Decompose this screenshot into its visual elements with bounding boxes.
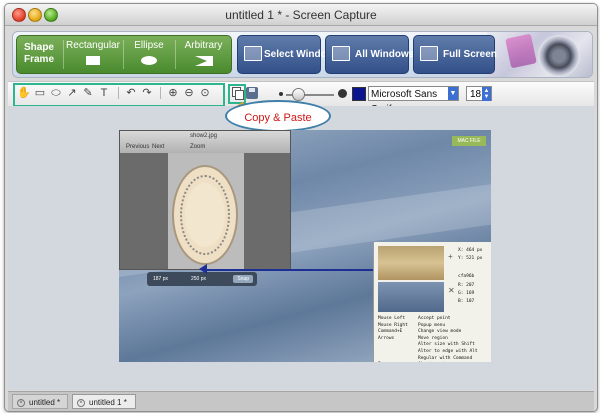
screen-icon: [420, 46, 438, 61]
hex-value: cfa96b: [458, 274, 475, 279]
coord-y: Y: 521 px: [458, 256, 483, 261]
redo-icon[interactable]: ↷: [140, 86, 154, 100]
font-family-select[interactable]: Microsoft Sans Serif ▼: [368, 86, 459, 115]
tab-label: untitled 1 *: [89, 398, 127, 407]
selection-info-bar: 187 px 250 px Snap: [147, 272, 257, 286]
width-readout: 187 px: [153, 276, 169, 282]
hand-icon[interactable]: ✋: [17, 86, 31, 100]
crosshair-icon: +: [448, 252, 453, 261]
rgb-b: B: 107: [458, 299, 475, 304]
slider-knob[interactable]: [292, 88, 305, 101]
viewer-right-area: [244, 153, 290, 269]
app-window: untitled 1 * - Screen Capture Shape Fram…: [4, 3, 598, 412]
arbitrary-button[interactable]: Arbitrary: [176, 36, 231, 73]
zoom-reset-icon[interactable]: ⊙: [198, 86, 212, 100]
font-size-select[interactable]: 18 ▲ ▼: [466, 86, 492, 101]
rectangular-button[interactable]: Rectangular: [64, 36, 122, 73]
window-title: untitled 1 * - Screen Capture: [225, 8, 377, 22]
camera-lens-icon: [538, 35, 580, 77]
shortcut-descriptions: Accept point Popup menu Change view mode…: [418, 316, 478, 361]
pen-icon[interactable]: ✎: [81, 86, 95, 100]
tab-untitled-1[interactable]: × untitled 1 *: [72, 394, 136, 409]
save-icon[interactable]: [246, 87, 258, 99]
viewer-title: show2.jpg: [190, 133, 218, 139]
snap-button[interactable]: Snap: [233, 275, 253, 283]
rectangle-shape-icon: [86, 56, 100, 65]
copy-paste-callout: Copy & Paste: [225, 100, 331, 132]
coord-x: X: 464 px: [458, 248, 483, 253]
magnifier-panel: + X: 464 px Y: 521 px cfa96b ✕ R: 207 G:…: [373, 242, 491, 362]
guide-arrow-line: [203, 269, 377, 271]
viewer-title-bar: show2.jpg Previous Next Zoom: [120, 131, 290, 153]
ellipse-button[interactable]: Ellipse: [124, 36, 174, 73]
large-size-icon: [338, 89, 347, 98]
select-window-label: Select Window: [264, 49, 335, 60]
copy-icon-back: [235, 90, 244, 100]
arbitrary-shape-icon: [194, 56, 213, 66]
divider: [118, 87, 119, 99]
rgb-r: R: 207: [458, 283, 475, 288]
viewer-next: Next: [152, 144, 165, 150]
shape-frame-label: Shape Frame: [23, 42, 54, 65]
font-size-value: 18: [470, 89, 482, 100]
tab-untitled[interactable]: × untitled *: [12, 394, 68, 409]
color-picker-icon: ✕: [448, 286, 455, 295]
close-tab-icon[interactable]: ×: [17, 399, 25, 407]
ellipse-label: Ellipse: [134, 40, 164, 51]
viewer-zoom: Zoom: [190, 144, 206, 150]
all-windows-label: All Windows: [355, 49, 415, 60]
zoom-out-icon[interactable]: ⊖: [182, 86, 196, 100]
chevron-down-icon: ▼: [448, 87, 458, 100]
mac-file-badge: MAC FILE: [452, 136, 486, 146]
rgb-g: G: 169: [458, 291, 475, 296]
stepper-icon: ▲ ▼: [482, 87, 491, 101]
shortcut-keys: Mouse Left Mouse Right Command+E Arrows …: [378, 316, 408, 341]
full-screen-button[interactable]: Full Screen: [413, 35, 497, 74]
full-screen-label: Full Screen: [443, 49, 497, 60]
select-window-button[interactable]: Select Window: [237, 35, 334, 74]
small-size-icon: [279, 92, 283, 96]
viewer-prev: Previous: [126, 144, 150, 150]
photo-decoration: [505, 33, 537, 69]
divider: [160, 87, 161, 99]
shape-frame-group: Shape Frame Rectangular Ellipse Arbitrar…: [16, 35, 232, 74]
tab-label: untitled *: [29, 398, 61, 407]
all-windows-button[interactable]: All Windows: [325, 35, 414, 74]
rectangle-icon[interactable]: ▭: [33, 86, 47, 100]
image-viewer-window: show2.jpg Previous Next Zoom: [119, 130, 291, 270]
captured-image[interactable]: MAC FILE show2.jpg Previous Next Zoom 18…: [119, 130, 491, 362]
ellipse-icon[interactable]: ⬭: [49, 86, 63, 100]
oval-frame-center: [185, 183, 225, 247]
capture-bar: Shape Frame Rectangular Ellipse Arbitrar…: [12, 31, 593, 78]
zoom-in-icon[interactable]: ⊕: [166, 86, 180, 100]
arbitrary-label: Arbitrary: [184, 40, 223, 51]
close-tab-icon[interactable]: ×: [77, 399, 85, 407]
viewer-left-area: [120, 153, 168, 269]
banner-art: [487, 32, 592, 77]
magnifier-preview-lower: [378, 282, 444, 312]
windows-icon: [332, 46, 350, 61]
color-picker[interactable]: [352, 87, 366, 101]
height-readout: 250 px: [191, 276, 207, 282]
undo-icon[interactable]: ↶: [124, 86, 138, 100]
text-icon[interactable]: T: [97, 86, 111, 100]
rectangular-label: Rectangular: [66, 40, 120, 51]
guide-arrow-head-icon: [199, 264, 207, 274]
title-bar: untitled 1 * - Screen Capture: [5, 4, 597, 26]
document-tabs: × untitled * × untitled 1 *: [8, 391, 594, 411]
arrow-icon[interactable]: ↗: [65, 86, 79, 100]
magnifier-preview: [378, 246, 444, 280]
ellipse-shape-icon: [141, 56, 157, 65]
window-icon: [244, 46, 262, 61]
